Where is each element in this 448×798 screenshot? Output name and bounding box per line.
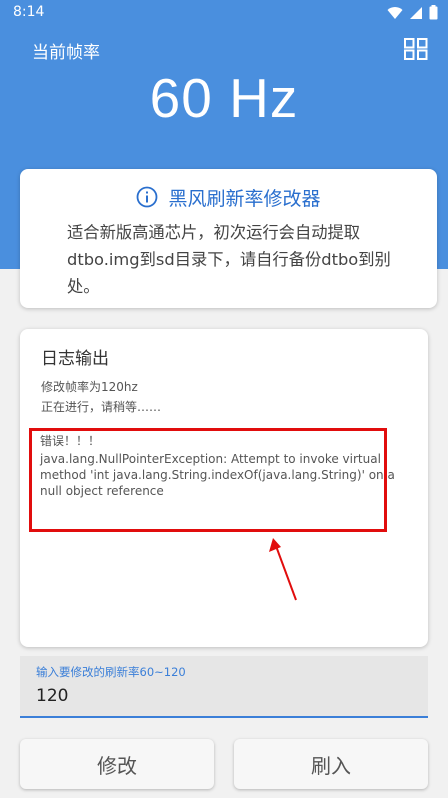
app-name: 黑风刷新率修改器 bbox=[168, 187, 321, 210]
refresh-rate-input-value[interactable]: 120 bbox=[36, 686, 68, 706]
error-highlight-box bbox=[29, 428, 387, 532]
log-title: 日志输出 bbox=[41, 349, 109, 369]
info-description: 适合新版高通芯片，初次运行会自动提取dtbo.img到sd目录下，请自行备份dt… bbox=[67, 223, 391, 296]
battery-icon bbox=[429, 5, 438, 20]
grid-icon[interactable] bbox=[404, 38, 428, 60]
log-line: 正在进行，请稍等…… bbox=[41, 400, 162, 414]
status-bar: 8:14 bbox=[0, 0, 448, 26]
refresh-rate-display: 60 Hz bbox=[149, 67, 299, 129]
current-framerate-label: 当前帧率 bbox=[32, 43, 100, 63]
log-lines: 修改帧率为120hz 正在进行，请稍等…… bbox=[41, 377, 411, 417]
refresh-rate-input[interactable]: 输入要修改的刷新率60~120 120 bbox=[20, 656, 428, 718]
status-time: 8:14 bbox=[13, 4, 45, 20]
wifi-icon bbox=[387, 6, 403, 19]
annotation-arrow-icon bbox=[269, 538, 297, 601]
modify-button[interactable]: 修改 bbox=[20, 739, 214, 789]
info-title-row: 黑风刷新率修改器 bbox=[20, 183, 437, 211]
status-icons bbox=[387, 5, 438, 20]
flash-button[interactable]: 刷入 bbox=[234, 739, 428, 789]
info-card: 黑风刷新率修改器 适合新版高通芯片，初次运行会自动提取dtbo.img到sd目录… bbox=[20, 169, 437, 308]
info-icon bbox=[137, 186, 158, 208]
refresh-rate-input-label: 输入要修改的刷新率60~120 bbox=[36, 665, 186, 679]
log-line: 修改帧率为120hz bbox=[41, 380, 138, 394]
signal-icon bbox=[410, 6, 422, 19]
